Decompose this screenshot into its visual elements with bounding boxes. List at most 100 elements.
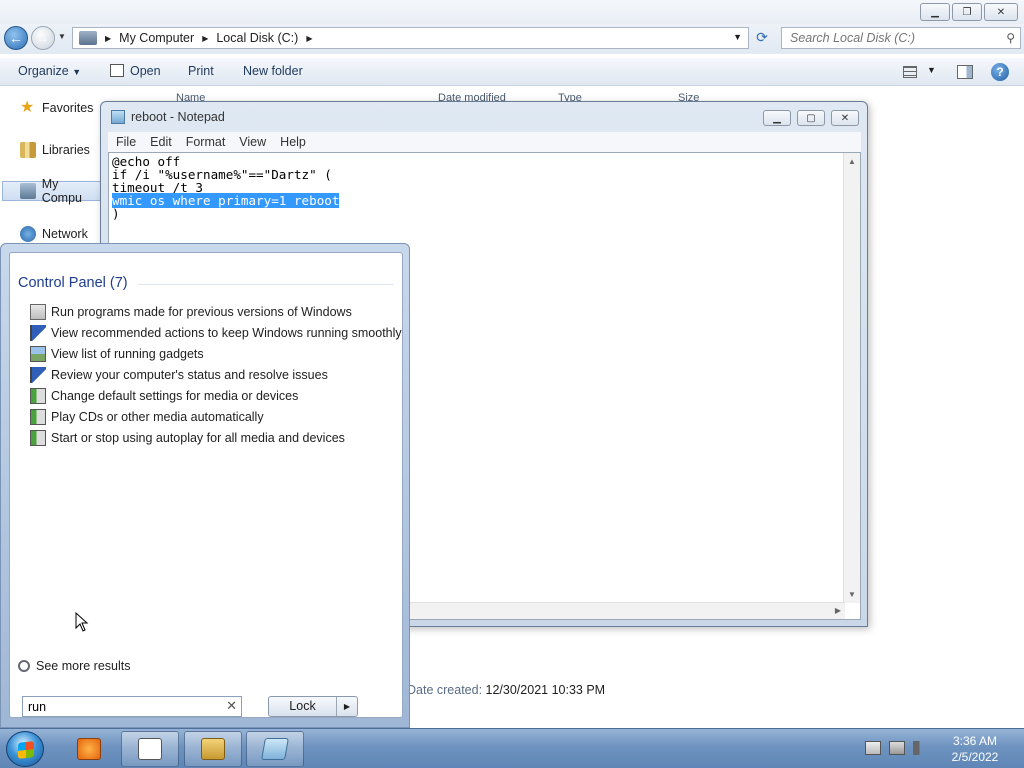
- list-item[interactable]: Play CDs or other media automatically: [30, 406, 402, 427]
- scroll-up-icon[interactable]: ▲: [848, 157, 856, 166]
- chevron-right-icon[interactable]: ▶: [202, 34, 208, 43]
- address-bar[interactable]: ▶ My Computer ▶ Local Disk (C:) ▶ ▼: [72, 27, 749, 49]
- minimize-button[interactable]: ▁: [920, 3, 950, 21]
- clock-date: 2/5/2022: [951, 750, 999, 764]
- list-item[interactable]: View list of running gadgets: [30, 343, 402, 364]
- list-item-label: Run programs made for previous versions …: [51, 304, 352, 319]
- windows-logo-icon: [18, 741, 34, 759]
- windows-explorer-icon: [201, 738, 225, 760]
- action-center-flag-icon: [30, 366, 46, 383]
- nav-item-favorites[interactable]: ★ Favorites: [20, 100, 93, 116]
- action-center-icon[interactable]: [865, 741, 881, 755]
- search-results-panel: Control Panel (7) Run programs made for …: [9, 252, 403, 718]
- text-line: ): [112, 206, 120, 221]
- forward-button[interactable]: →: [31, 26, 55, 50]
- preview-pane-icon[interactable]: [957, 65, 973, 79]
- chevron-right-icon[interactable]: ▶: [105, 34, 111, 43]
- menu-format[interactable]: Format: [186, 135, 226, 149]
- close-button[interactable]: ✕: [831, 110, 859, 126]
- clock[interactable]: 3:36 AM 2/5/2022: [941, 733, 1009, 765]
- views-dropdown-icon[interactable]: ▼: [927, 65, 936, 75]
- navigation-pane: ★ Favorites Libraries My Compu Network: [0, 88, 102, 248]
- address-row: ← → ▼ ▶ My Computer ▶ Local Disk (C:) ▶ …: [0, 24, 1024, 54]
- taskbar-windows-explorer[interactable]: [184, 731, 242, 767]
- nav-item-my-computer[interactable]: My Compu: [2, 177, 102, 205]
- volume-icon[interactable]: [913, 741, 929, 755]
- breadcrumb-my-computer[interactable]: My Computer: [119, 31, 194, 45]
- notepad-title-bar[interactable]: reboot - Notepad: [111, 110, 225, 124]
- start-search-input[interactable]: [23, 697, 218, 716]
- taskbar-solitaire[interactable]: [121, 731, 179, 767]
- help-icon[interactable]: ?: [991, 63, 1009, 81]
- chevron-right-icon[interactable]: ▶: [306, 34, 312, 43]
- chevron-down-icon: ▼: [72, 67, 82, 77]
- notification-area: [865, 741, 929, 755]
- list-item-label: Play CDs or other media automatically: [51, 409, 264, 424]
- clear-search-icon[interactable]: ✕: [226, 698, 237, 714]
- new-folder-button[interactable]: New folder: [243, 64, 303, 78]
- lock-button[interactable]: Lock ▶: [268, 696, 358, 717]
- start-button[interactable]: [6, 731, 44, 767]
- close-button[interactable]: ✕: [984, 3, 1018, 21]
- taskbar-windows-media-player[interactable]: [60, 731, 118, 767]
- nav-item-label: My Compu: [41, 177, 82, 205]
- nav-item-libraries[interactable]: Libraries: [20, 142, 90, 158]
- notepad-icon: [261, 738, 289, 760]
- results-group-header[interactable]: Control Panel (7): [18, 275, 128, 291]
- menu-help[interactable]: Help: [280, 135, 306, 149]
- back-button[interactable]: ←: [4, 26, 28, 50]
- list-item-label: Start or stop using autoplay for all med…: [51, 430, 345, 445]
- search-box[interactable]: ⚲: [781, 27, 1021, 49]
- gadgets-icon: [30, 345, 46, 362]
- explorer-window-controls: ▁ ❐ ✕: [920, 3, 1018, 21]
- open-label: Open: [130, 64, 161, 78]
- scroll-down-icon[interactable]: ▼: [848, 590, 856, 599]
- network-status-icon[interactable]: [889, 741, 905, 755]
- restore-button[interactable]: ❐: [952, 3, 982, 21]
- recent-pages-dropdown[interactable]: ▼: [58, 32, 66, 41]
- refresh-icon[interactable]: ⟳: [753, 29, 771, 47]
- open-button[interactable]: Open: [110, 64, 161, 78]
- list-item[interactable]: View recommended actions to keep Windows…: [30, 322, 402, 343]
- organize-button[interactable]: Organize ▼: [18, 64, 81, 78]
- taskbar-notepad[interactable]: [246, 731, 304, 767]
- see-more-results-link[interactable]: See more results: [18, 659, 130, 673]
- scroll-right-icon[interactable]: ▶: [835, 606, 841, 615]
- minimize-button[interactable]: ▁: [763, 110, 791, 126]
- clock-time: 3:36 AM: [952, 734, 998, 748]
- breadcrumb-local-disk[interactable]: Local Disk (C:): [216, 31, 298, 45]
- search-icon[interactable]: ⚲: [1006, 31, 1015, 45]
- search-input[interactable]: [782, 28, 982, 48]
- maximize-button[interactable]: ▢: [797, 110, 825, 126]
- nav-item-label: Favorites: [42, 101, 94, 115]
- views-icon[interactable]: [903, 66, 917, 78]
- nav-item-label: Network: [42, 227, 88, 241]
- explorer-title-bar: ▁ ❐ ✕: [0, 0, 1024, 24]
- magnifier-icon: [18, 660, 30, 672]
- menu-file[interactable]: File: [116, 135, 136, 149]
- divider: [138, 284, 394, 285]
- list-item-label: Review your computer's status and resolv…: [51, 367, 328, 382]
- shutdown-options-arrow-icon[interactable]: ▶: [337, 697, 357, 716]
- organize-label: Organize: [18, 64, 69, 78]
- list-item[interactable]: Run programs made for previous versions …: [30, 301, 402, 322]
- menu-edit[interactable]: Edit: [150, 135, 172, 149]
- address-dropdown-icon[interactable]: ▼: [733, 32, 742, 42]
- details-value: 12/30/2021 10:33 PM: [485, 683, 606, 697]
- nav-item-network[interactable]: Network: [20, 226, 88, 242]
- start-search-box[interactable]: ✕: [22, 696, 242, 717]
- list-item[interactable]: Review your computer's status and resolv…: [30, 364, 402, 385]
- windows-media-player-icon: [77, 738, 101, 760]
- notepad-text[interactable]: @echo off if /i "%username%"=="Dartz" (ti…: [112, 155, 340, 221]
- vertical-scrollbar[interactable]: ▲ ▼: [843, 153, 860, 603]
- start-menu: Control Panel (7) Run programs made for …: [0, 243, 410, 728]
- lock-button-label[interactable]: Lock: [269, 697, 337, 716]
- list-item[interactable]: Start or stop using autoplay for all med…: [30, 427, 402, 448]
- compatibility-icon: [30, 303, 46, 320]
- computer-icon: [79, 31, 97, 45]
- nav-item-label: Libraries: [42, 143, 90, 157]
- print-button[interactable]: Print: [188, 64, 214, 78]
- menu-view[interactable]: View: [239, 135, 266, 149]
- computer-icon: [20, 183, 36, 199]
- list-item[interactable]: Change default settings for media or dev…: [30, 385, 402, 406]
